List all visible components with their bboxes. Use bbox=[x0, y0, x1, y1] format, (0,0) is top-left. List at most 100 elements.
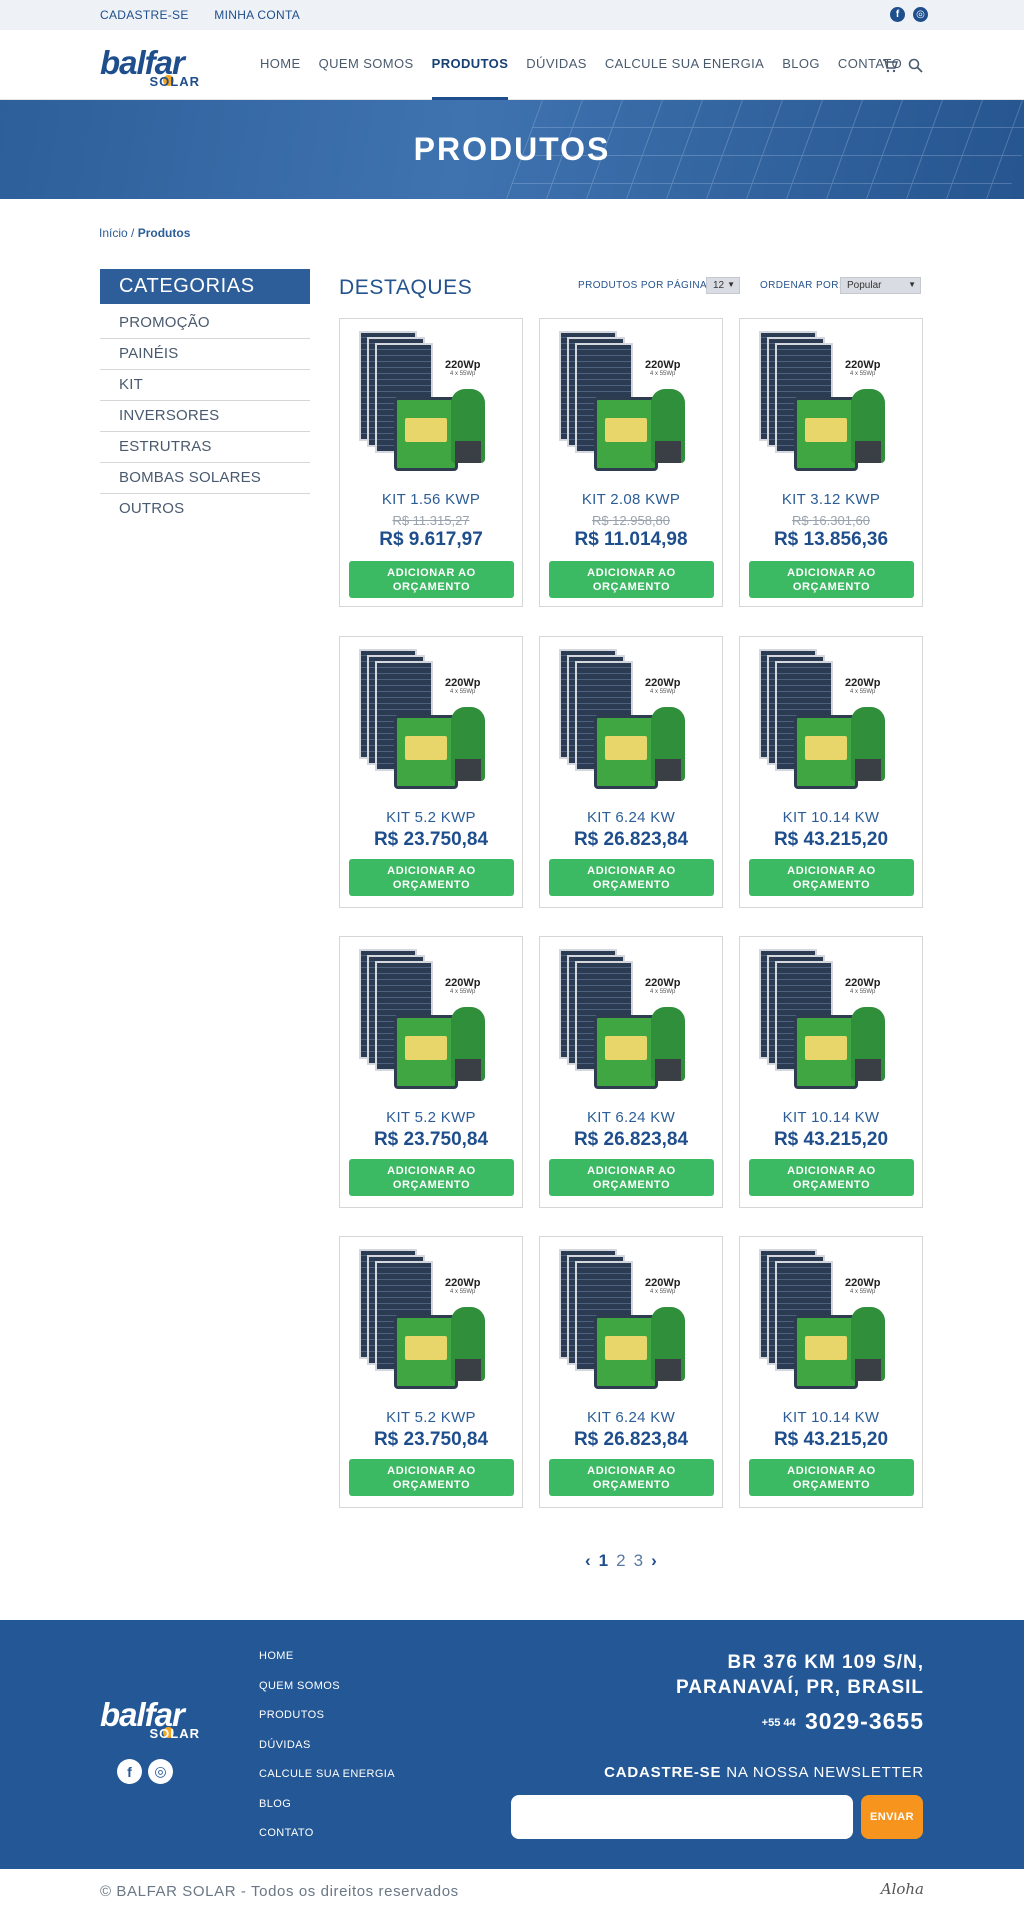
nav-item-home[interactable]: HOME bbox=[260, 56, 301, 100]
add-to-quote-button[interactable]: ADICIONAR AO ORÇAMENTO bbox=[349, 859, 514, 896]
product-card[interactable]: 220Wp 4 x 55Wp KIT 5.2 KWP R$ 23.750,84 ADIC… bbox=[339, 636, 523, 908]
category-outros[interactable]: OUTROS bbox=[100, 494, 310, 525]
page-3[interactable]: 3 bbox=[634, 1551, 643, 1571]
footer-link-calcule[interactable]: CALCULE SUA ENERGIA bbox=[259, 1768, 395, 1798]
instagram-icon[interactable]: ◎ bbox=[148, 1759, 173, 1784]
category-bombas-solares[interactable]: BOMBAS SOLARES bbox=[100, 463, 310, 494]
add-to-quote-button[interactable]: ADICIONAR AO ORÇAMENTO bbox=[749, 859, 914, 896]
breadcrumb-home[interactable]: Início bbox=[99, 226, 128, 240]
product-name[interactable]: KIT 10.14 KW bbox=[740, 1409, 922, 1426]
footer-link-blog[interactable]: BLOG bbox=[259, 1798, 395, 1828]
add-to-quote-button[interactable]: ADICIONAR AO ORÇAMENTO bbox=[549, 859, 714, 896]
kit-power-label: 220Wp 4 x 55Wp bbox=[645, 359, 681, 377]
footer-link-duvidas[interactable]: DÚVIDAS bbox=[259, 1739, 395, 1769]
add-to-quote-button[interactable]: ADICIONAR AO ORÇAMENTO bbox=[349, 1159, 514, 1196]
product-card[interactable]: 220Wp 4 x 55Wp KIT 10.14 KW R$ 43.215,20 ADI… bbox=[739, 936, 923, 1208]
product-image[interactable]: 220Wp 4 x 55Wp bbox=[555, 949, 709, 1104]
add-to-quote-button[interactable]: ADICIONAR AO ORÇAMENTO bbox=[349, 1459, 514, 1496]
product-name[interactable]: KIT 5.2 KWP bbox=[340, 1409, 522, 1426]
product-name[interactable]: KIT 5.2 KWP bbox=[340, 809, 522, 826]
newsletter-title-rest: NA NOSSA NEWSLETTER bbox=[721, 1764, 924, 1781]
add-to-quote-button[interactable]: ADICIONAR AO ORÇAMENTO bbox=[549, 1159, 714, 1196]
search-icon[interactable] bbox=[908, 58, 923, 77]
category-promocao[interactable]: PROMOÇÃO bbox=[100, 308, 310, 339]
product-image[interactable]: 220Wp 4 x 55Wp bbox=[755, 649, 909, 804]
product-image[interactable]: 220Wp 4 x 55Wp bbox=[555, 1249, 709, 1404]
product-price: R$ 26.823,84 bbox=[573, 829, 689, 850]
product-card[interactable]: 220Wp 4 x 55Wp KIT 10.14 KW R$ 43.215,20 ADI… bbox=[739, 636, 923, 908]
footer-link-contato[interactable]: CONTATO bbox=[259, 1827, 395, 1857]
phone-prefix: +55 44 bbox=[761, 1716, 796, 1729]
add-to-quote-button[interactable]: ADICIONAR AO ORÇAMENTO bbox=[549, 561, 714, 598]
sort-select[interactable]: Popular ▼ bbox=[840, 277, 921, 294]
product-name[interactable]: KIT 1.56 KWP bbox=[340, 491, 522, 508]
product-image[interactable]: 220Wp 4 x 55Wp bbox=[355, 1249, 509, 1404]
product-card[interactable]: 220Wp 4 x 55Wp KIT 3.12 KWP R$ 16.301,60 R$ … bbox=[739, 318, 923, 607]
per-page-select[interactable]: 12 ▼ bbox=[706, 277, 740, 294]
nav-item-quem-somos[interactable]: QUEM SOMOS bbox=[319, 56, 414, 100]
product-image[interactable]: 220Wp 4 x 55Wp bbox=[355, 949, 509, 1104]
next-page-icon[interactable]: › bbox=[651, 1551, 657, 1571]
product-card[interactable]: 220Wp 4 x 55Wp KIT 1.56 KWP R$ 11.315,27 R$ … bbox=[339, 318, 523, 607]
nav-item-blog[interactable]: BLOG bbox=[782, 56, 820, 100]
product-image[interactable]: 220Wp 4 x 55Wp bbox=[355, 649, 509, 804]
nav-item-produtos[interactable]: PRODUTOS bbox=[431, 56, 509, 100]
page-2[interactable]: 2 bbox=[616, 1551, 625, 1571]
product-card[interactable]: 220Wp 4 x 55Wp KIT 5.2 KWP R$ 23.750,84 ADIC… bbox=[339, 936, 523, 1208]
my-account-link[interactable]: MINHA CONTA bbox=[214, 8, 300, 22]
product-card[interactable]: 220Wp 4 x 55Wp KIT 5.2 KWP R$ 23.750,84 ADIC… bbox=[339, 1236, 523, 1508]
product-image[interactable]: 220Wp 4 x 55Wp bbox=[555, 331, 709, 486]
page-1[interactable]: 1 bbox=[599, 1551, 608, 1571]
product-name[interactable]: KIT 10.14 KW bbox=[740, 1109, 922, 1126]
footer-logo[interactable]: balfar SOLAR bbox=[100, 1698, 204, 1741]
product-name[interactable]: KIT 6.24 KW bbox=[540, 809, 722, 826]
footer-link-home[interactable]: HOME bbox=[259, 1650, 395, 1680]
product-old-price: R$ 12.958,80 bbox=[591, 513, 671, 528]
product-old-price: R$ 11.315,27 bbox=[392, 513, 470, 528]
pump-controller-image bbox=[394, 1315, 458, 1389]
nav-item-calcule[interactable]: CALCULE SUA ENERGIA bbox=[605, 56, 764, 100]
product-image[interactable]: 220Wp 4 x 55Wp bbox=[755, 1249, 909, 1404]
add-to-quote-button[interactable]: ADICIONAR AO ORÇAMENTO bbox=[749, 1159, 914, 1196]
prev-page-icon[interactable]: ‹ bbox=[585, 1551, 591, 1571]
add-to-quote-button[interactable]: ADICIONAR AO ORÇAMENTO bbox=[549, 1459, 714, 1496]
newsletter-title-bold: CADASTRE-SE bbox=[604, 1764, 722, 1781]
add-to-quote-button[interactable]: ADICIONAR AO ORÇAMENTO bbox=[749, 561, 914, 598]
category-kit[interactable]: KIT bbox=[100, 370, 310, 401]
footer-link-produtos[interactable]: PRODUTOS bbox=[259, 1709, 395, 1739]
product-card[interactable]: 220Wp 4 x 55Wp KIT 10.14 KW R$ 43.215,20 ADI… bbox=[739, 1236, 923, 1508]
breadcrumb-current: Produtos bbox=[137, 226, 191, 240]
instagram-icon[interactable]: ◎ bbox=[913, 7, 928, 22]
product-name[interactable]: KIT 10.14 KW bbox=[740, 809, 922, 826]
product-name[interactable]: KIT 6.24 KW bbox=[540, 1409, 722, 1426]
newsletter-email-input[interactable] bbox=[511, 1795, 853, 1839]
category-inversores[interactable]: INVERSORES bbox=[100, 401, 310, 432]
nav-item-duvidas[interactable]: DÚVIDAS bbox=[526, 56, 587, 100]
product-card[interactable]: 220Wp 4 x 55Wp KIT 6.24 KW R$ 26.823,84 ADIC… bbox=[539, 936, 723, 1208]
product-name[interactable]: KIT 3.12 KWP bbox=[740, 491, 922, 508]
register-link[interactable]: CADASTRE-SE bbox=[100, 8, 189, 22]
per-page-value: 12 bbox=[713, 280, 725, 291]
facebook-icon[interactable]: f bbox=[890, 7, 905, 22]
product-image[interactable]: 220Wp 4 x 55Wp bbox=[555, 649, 709, 804]
category-estrutras[interactable]: ESTRUTRAS bbox=[100, 432, 310, 463]
product-card[interactable]: 220Wp 4 x 55Wp KIT 6.24 KW R$ 26.823,84 ADIC… bbox=[539, 1236, 723, 1508]
facebook-icon[interactable]: f bbox=[117, 1759, 142, 1784]
product-name[interactable]: KIT 6.24 KW bbox=[540, 1109, 722, 1126]
product-card[interactable]: 220Wp 4 x 55Wp KIT 2.08 KWP R$ 12.958,80 R$ … bbox=[539, 318, 723, 607]
top-social: f ◎ bbox=[890, 7, 928, 22]
newsletter-submit-button[interactable]: ENVIAR bbox=[861, 1795, 923, 1839]
category-paineis[interactable]: PAINÉIS bbox=[100, 339, 310, 370]
product-image[interactable]: 220Wp 4 x 55Wp bbox=[755, 331, 909, 486]
product-name[interactable]: KIT 2.08 KWP bbox=[540, 491, 722, 508]
cart-icon[interactable] bbox=[882, 58, 898, 77]
add-to-quote-button[interactable]: ADICIONAR AO ORÇAMENTO bbox=[349, 561, 514, 598]
product-card[interactable]: 220Wp 4 x 55Wp KIT 6.24 KW R$ 26.823,84 ADIC… bbox=[539, 636, 723, 908]
agency-credit[interactable]: Aloha bbox=[881, 1880, 924, 1898]
product-name[interactable]: KIT 5.2 KWP bbox=[340, 1109, 522, 1126]
product-image[interactable]: 220Wp 4 x 55Wp bbox=[755, 949, 909, 1104]
add-to-quote-button[interactable]: ADICIONAR AO ORÇAMENTO bbox=[749, 1459, 914, 1496]
logo[interactable]: balfar SOLAR bbox=[100, 46, 204, 89]
footer-link-quem-somos[interactable]: QUEM SOMOS bbox=[259, 1680, 395, 1710]
product-image[interactable]: 220Wp 4 x 55Wp bbox=[355, 331, 509, 486]
